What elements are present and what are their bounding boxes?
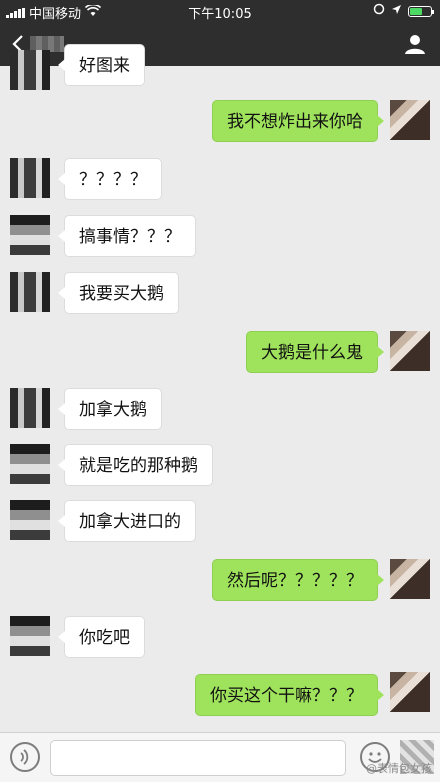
contact-avatar[interactable] xyxy=(10,388,50,428)
input-bar: @表情包女孩 xyxy=(0,732,440,782)
my-avatar[interactable] xyxy=(390,672,430,712)
message-bubble[interactable]: 搞事情？？？ xyxy=(58,215,196,257)
message-bubble[interactable]: 你吃吧 xyxy=(58,616,145,658)
my-avatar[interactable] xyxy=(390,559,430,599)
lock-rotation-icon xyxy=(373,3,385,19)
message-bubble[interactable]: 大鹅是什么鬼 xyxy=(246,331,384,373)
message-bubble[interactable]: 加拿大鹅 xyxy=(58,388,162,430)
message-bubble[interactable]: 加拿大进口的 xyxy=(58,500,196,542)
message-input[interactable] xyxy=(50,740,346,776)
battery-icon xyxy=(408,5,434,17)
contact-avatar[interactable] xyxy=(10,500,50,540)
chat-area[interactable]: 好图来 我不想炸出来你哈 ？？？？ 搞事情？？？ 我要买大鹅 大鹅是什么鬼 加拿… xyxy=(0,44,440,732)
contact-avatar[interactable] xyxy=(10,444,50,484)
message-bubble[interactable]: ？？？？ xyxy=(58,158,162,200)
voice-icon[interactable] xyxy=(10,742,40,772)
message-bubble[interactable]: 然后呢？？？？？ xyxy=(212,559,384,601)
message-bubble[interactable]: 我不想炸出来你哈 xyxy=(212,100,384,142)
message-bubble[interactable]: 好图来 xyxy=(58,44,145,86)
location-icon xyxy=(391,4,402,19)
contact-avatar[interactable] xyxy=(10,50,50,90)
status-right xyxy=(373,3,434,19)
my-avatar[interactable] xyxy=(390,100,430,140)
contact-avatar[interactable] xyxy=(10,158,50,198)
message-bubble[interactable]: 我要买大鹅 xyxy=(58,272,179,314)
message-bubble[interactable]: 就是吃的那种鹅 xyxy=(58,444,213,486)
status-bar: 中国移动 下午10:05 xyxy=(0,0,440,22)
battery-fill xyxy=(410,7,422,15)
profile-icon[interactable] xyxy=(404,33,426,55)
watermark: @表情包女孩 xyxy=(366,762,432,775)
contact-avatar[interactable] xyxy=(10,215,50,255)
contact-avatar[interactable] xyxy=(10,272,50,312)
message-bubble[interactable]: 你买这个干嘛？？？ xyxy=(195,674,384,716)
contact-avatar[interactable] xyxy=(10,616,50,656)
my-avatar[interactable] xyxy=(390,331,430,371)
